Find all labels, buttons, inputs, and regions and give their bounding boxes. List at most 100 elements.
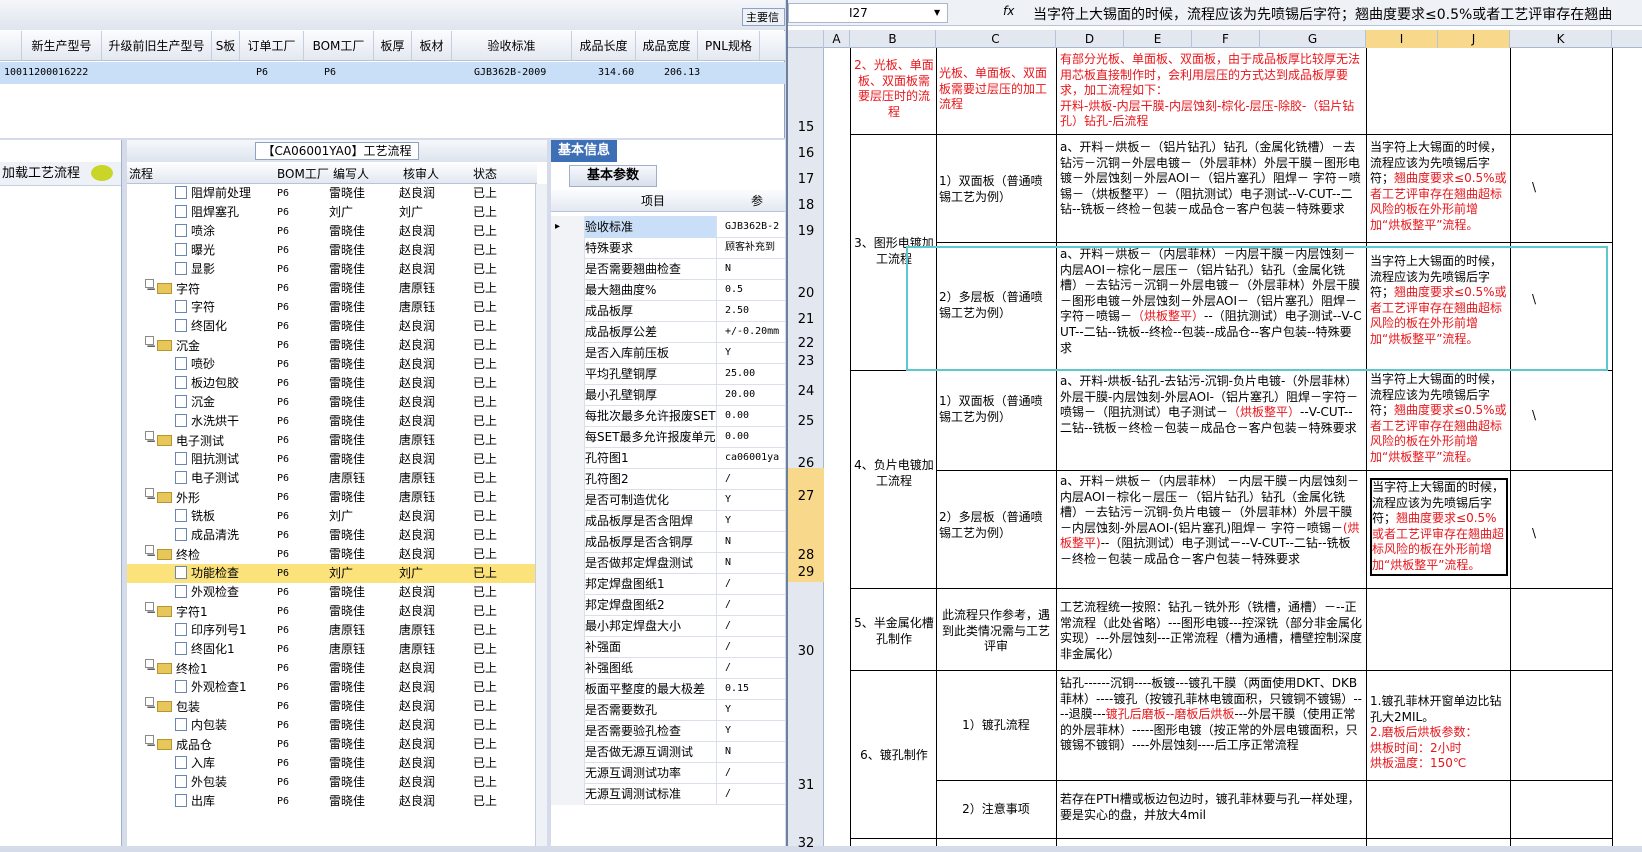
row-header[interactable]: 16 (788, 146, 824, 162)
row-header[interactable]: 21 (788, 312, 824, 328)
property-value[interactable]: / (725, 573, 785, 595)
chevron-down-icon[interactable]: ▼ (934, 8, 940, 17)
cell-d27[interactable]: a、开料－烘板－（内层菲林） －内层干膜－内层蚀刻－内层AOI－棕化－层压－（铝… (1060, 474, 1362, 568)
tree-row[interactable]: 阻焊前处理 P6 雷晓佳 赵良润 已上 (127, 184, 537, 203)
collapse-toggle-icon[interactable]: − (145, 602, 156, 619)
column-header[interactable]: J (1438, 30, 1510, 48)
tree-col-header[interactable]: 状态 (473, 164, 497, 184)
tree-row[interactable]: − 包装 P6 雷晓佳 赵良润 已上 (127, 697, 537, 716)
grid-col-header[interactable]: 验收标准 (452, 31, 572, 60)
property-row[interactable]: 是否需要翘曲检查 N (551, 258, 785, 280)
cell-b-sec5[interactable]: 5、半金属化槽孔制作 (854, 616, 934, 647)
property-value[interactable]: N (725, 531, 785, 553)
tree-row[interactable]: 外观检查1 P6 雷晓佳 赵良润 已上 (127, 678, 537, 697)
grid-col-header[interactable]: 新生产型号 (22, 31, 102, 60)
property-row[interactable]: 板面平整度的最大极差 0.15 (551, 678, 785, 700)
grid-col-header[interactable]: PNL规格 (698, 31, 760, 60)
property-value[interactable]: Y (725, 510, 785, 532)
tree-row[interactable]: 字符 P6 雷晓佳 唐原钰 已上 (127, 298, 537, 317)
main-info-button[interactable]: 主要信 (742, 8, 785, 26)
cell-i27-active[interactable]: 当字符上大锡面的时候，流程应该为先喷锡后字符；翘曲度要求≤0.5%或者工艺评审存… (1370, 478, 1508, 576)
cell-c30[interactable]: 此流程只作参考，遇到此类情况需与工艺评审 (939, 608, 1053, 655)
property-row[interactable]: 最小邦定焊盘大小 / (551, 615, 785, 637)
tree-row[interactable]: 入库 P6 雷晓佳 赵良润 已上 (127, 754, 537, 773)
cell-k24[interactable]: \ (1532, 408, 1552, 424)
property-row[interactable]: 是否可制造优化 Y (551, 489, 785, 511)
cell-d32[interactable]: 若存在PTH槽或板边包边时，镀孔菲林要与孔一样处理，要是实心的盘，并放大4mil (1060, 792, 1362, 823)
tree-row[interactable]: 铣板 P6 刘广 赵良润 已上 (127, 507, 537, 526)
tree-row[interactable]: − 沉金 P6 雷晓佳 赵良润 已上 (127, 336, 537, 355)
tree-row[interactable]: 阻焊塞孔 P6 刘广 刘广 已上 (127, 203, 537, 222)
row-header[interactable]: 32 (788, 836, 824, 852)
tree-row[interactable]: 曝光 P6 雷晓佳 赵良润 已上 (127, 241, 537, 260)
column-header[interactable]: B (850, 30, 936, 48)
tree-row[interactable]: 印序列号1 P6 唐原钰 唐原钰 已上 (127, 621, 537, 640)
tree-row[interactable]: 外包装 P6 雷晓佳 赵良润 已上 (127, 773, 537, 792)
row-header[interactable]: 29 (788, 564, 824, 582)
tree-row[interactable]: 终固化 P6 雷晓佳 赵良润 已上 (127, 317, 537, 336)
row-header[interactable]: 25 (788, 414, 824, 430)
property-row[interactable]: 是否做无源互调测试 N (551, 741, 785, 763)
property-value[interactable]: Y (725, 342, 785, 364)
tree-row[interactable]: 成品清洗 P6 雷晓佳 赵良润 已上 (127, 526, 537, 545)
grid-col-header[interactable]: BOM工厂 (304, 31, 374, 60)
column-header[interactable]: C (936, 30, 1056, 48)
property-row[interactable]: 是否需要验孔检查 Y (551, 720, 785, 742)
cell-c15[interactable]: 光板、单面板、双面板需要过层压的加工流程 (939, 66, 1053, 113)
column-header[interactable]: K (1510, 30, 1612, 48)
property-value[interactable]: GJB362B-2 (725, 216, 785, 238)
cell-c16[interactable]: 1）双面板（普通喷锡工艺为例） (939, 174, 1053, 205)
column-header[interactable]: E (1124, 30, 1192, 48)
column-header[interactable]: G (1260, 30, 1366, 48)
row-header[interactable]: 27 (788, 468, 824, 526)
collapse-toggle-icon[interactable]: − (145, 431, 156, 448)
tree-row[interactable]: − 字符1 P6 雷晓佳 赵良润 已上 (127, 602, 537, 621)
grid-col-header[interactable]: 成品长度 (572, 31, 636, 60)
property-value[interactable]: Y (725, 720, 785, 742)
cell-c27[interactable]: 2）多层板（普通喷锡工艺为例） (939, 510, 1053, 541)
property-value[interactable]: +/-0.20mm (725, 321, 785, 343)
property-value[interactable]: / (725, 636, 785, 658)
tree-row[interactable]: − 字符 P6 雷晓佳 唐原钰 已上 (127, 279, 537, 298)
tree-row[interactable]: 板边包胶 P6 雷晓佳 赵良润 已上 (127, 374, 537, 393)
tree-col-header[interactable]: 流程 (129, 164, 153, 184)
grid-col-header[interactable]: 订单工厂 (240, 31, 304, 60)
property-row[interactable]: 是否需要数孔 Y (551, 699, 785, 721)
property-row[interactable]: 成品板厚 2.50 (551, 300, 785, 322)
row-header[interactable]: 17 (788, 172, 824, 188)
tree-row[interactable]: 出库 P6 雷晓佳 赵良润 已上 (127, 792, 537, 811)
tab-basic-params[interactable]: 基本参数 (569, 165, 657, 187)
property-value[interactable]: / (725, 615, 785, 637)
property-row[interactable]: 是否入库前压板 Y (551, 342, 785, 364)
property-value[interactable]: / (725, 468, 785, 490)
property-value[interactable]: 25.00 (725, 363, 785, 385)
column-header[interactable]: F (1192, 30, 1260, 48)
property-value[interactable]: 2.50 (725, 300, 785, 322)
property-row[interactable]: 补强面 / (551, 636, 785, 658)
tree-row[interactable]: − 终检1 P6 雷晓佳 赵良润 已上 (127, 659, 537, 678)
tree-row[interactable]: − 外形 P6 雷晓佳 唐原钰 已上 (127, 488, 537, 507)
property-row[interactable]: 无源互调测试标准 / (551, 783, 785, 805)
cell-b-sec6[interactable]: 6、镀孔制作 (854, 748, 934, 764)
property-value[interactable]: Y (725, 699, 785, 721)
cell-c24[interactable]: 1）双面板（普通喷锡工艺为例） (939, 394, 1053, 425)
property-value[interactable]: N (725, 741, 785, 763)
property-value[interactable]: / (725, 783, 785, 805)
cell-d24[interactable]: a、开料-烘板-钻孔-去钻污-沉铜-负片电镀-（外层菲林）外层干膜-内层蚀刻-外… (1060, 374, 1362, 436)
cell-b-sec4[interactable]: 4、负片电镀加工流程 (854, 458, 934, 489)
name-box[interactable]: I27 (788, 3, 948, 23)
property-row[interactable]: 是否做邦定焊盘测试 N (551, 552, 785, 574)
property-row[interactable]: 成品板厚公差 +/-0.20mm (551, 321, 785, 343)
cell-c31[interactable]: 1）镀孔流程 (939, 718, 1053, 734)
collapse-toggle-icon[interactable]: − (145, 545, 156, 562)
property-value[interactable]: N (725, 552, 785, 574)
property-row[interactable]: 最小孔壁铜厚 20.00 (551, 384, 785, 406)
cell-i31[interactable]: 1.镀孔菲林开窗单边比钻孔大2MIL。 2.磨板后烘板参数： 烘板时间：2小时 … (1370, 694, 1508, 772)
collapse-toggle-icon[interactable]: − (145, 735, 156, 752)
column-header[interactable]: A (824, 30, 850, 48)
property-row[interactable]: 孔符图1 ca06001ya (551, 447, 785, 469)
property-value[interactable]: / (725, 594, 785, 616)
column-header[interactable]: I (1366, 30, 1438, 48)
chat-bubble-icon[interactable] (91, 165, 113, 181)
column-header[interactable]: D (1056, 30, 1124, 48)
